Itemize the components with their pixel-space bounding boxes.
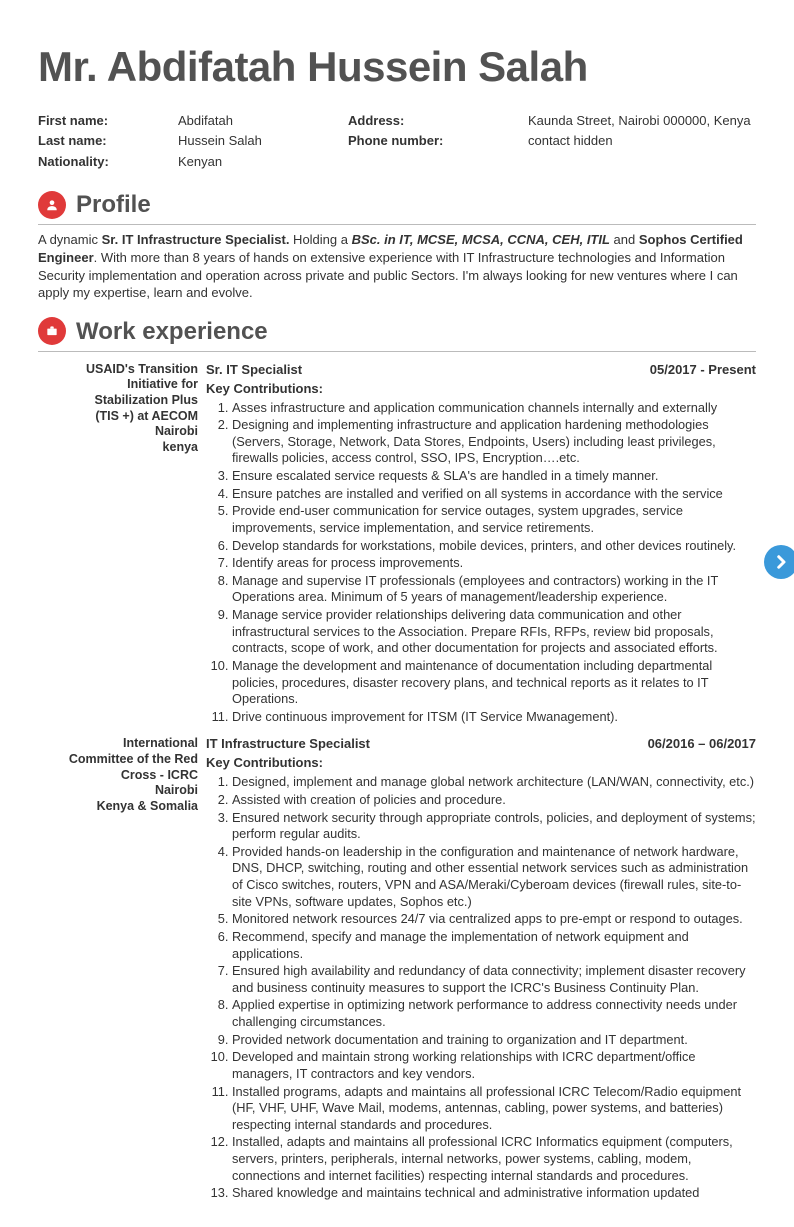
list-item: Installed programs, adapts and maintains… [232, 1084, 756, 1134]
job-entry: InternationalCommittee of the RedCross -… [38, 736, 756, 1202]
jobs-list: USAID's TransitionInitiative forStabiliz… [38, 362, 756, 1203]
key-contributions-label: Key Contributions: [206, 755, 756, 772]
profile-heading: Profile [76, 189, 151, 220]
list-item: Assisted with creation of policies and p… [232, 792, 756, 809]
list-item: Manage and supervise IT professionals (e… [232, 573, 756, 606]
page-title: Mr. Abdifatah Hussein Salah [38, 40, 756, 95]
profile-text: A dynamic Sr. IT Infrastructure Speciali… [38, 231, 756, 301]
job-dates: 05/2017 - Present [650, 362, 756, 379]
list-item: Ensured network security through appropr… [232, 810, 756, 843]
last-name-label: Last name: [38, 133, 178, 150]
profile-section-header: Profile [38, 189, 756, 225]
address-value: Kaunda Street, Nairobi 000000, Kenya [528, 113, 756, 130]
work-heading: Work experience [76, 316, 268, 347]
job-entry: USAID's TransitionInitiative forStabiliz… [38, 362, 756, 727]
list-item: Applied expertise in optimizing network … [232, 997, 756, 1030]
list-item: Asses infrastructure and application com… [232, 400, 756, 417]
contributions-list: Designed, implement and manage global ne… [206, 774, 756, 1202]
list-item: Designing and implementing infrastructur… [232, 417, 756, 467]
next-page-button[interactable] [764, 545, 794, 579]
personal-info-grid: First name: Abdifatah Address: Kaunda St… [38, 113, 756, 172]
phone-label: Phone number: [348, 133, 528, 150]
job-title: Sr. IT Specialist [206, 362, 302, 379]
list-item: Installed, adapts and maintains all prof… [232, 1134, 756, 1184]
list-item: Provided network documentation and train… [232, 1032, 756, 1049]
job-details: Sr. IT Specialist 05/2017 - Present Key Co… [206, 362, 756, 727]
list-item: Manage the development and maintenance o… [232, 658, 756, 708]
job-title: IT Infrastructure Specialist [206, 736, 370, 753]
profile-icon [38, 191, 66, 219]
list-item: Ensure patches are installed and verifie… [232, 486, 756, 503]
last-name-value: Hussein Salah [178, 133, 348, 150]
list-item: Identify areas for process improvements. [232, 555, 756, 572]
chevron-right-icon [772, 553, 790, 571]
work-section-header: Work experience [38, 316, 756, 352]
phone-value: contact hidden [528, 133, 756, 150]
first-name-value: Abdifatah [178, 113, 348, 130]
job-dates: 06/2016 – 06/2017 [648, 736, 756, 753]
list-item: Provide end-user communication for servi… [232, 503, 756, 536]
list-item: Monitored network resources 24/7 via cen… [232, 911, 756, 928]
job-organization: USAID's TransitionInitiative forStabiliz… [38, 362, 198, 727]
list-item: Designed, implement and manage global ne… [232, 774, 756, 791]
list-item: Provided hands-on leadership in the conf… [232, 844, 756, 911]
nationality-value: Kenyan [178, 154, 348, 171]
list-item: Develop standards for workstations, mobi… [232, 538, 756, 555]
list-item: Drive continuous improvement for ITSM (I… [232, 709, 756, 726]
list-item: Recommend, specify and manage the implem… [232, 929, 756, 962]
contributions-list: Asses infrastructure and application com… [206, 400, 756, 726]
list-item: Ensure escalated service requests & SLA'… [232, 468, 756, 485]
list-item: Developed and maintain strong working re… [232, 1049, 756, 1082]
address-label: Address: [348, 113, 528, 130]
list-item: Shared knowledge and maintains technical… [232, 1185, 756, 1202]
list-item: Manage service provider relationships de… [232, 607, 756, 657]
first-name-label: First name: [38, 113, 178, 130]
job-details: IT Infrastructure Specialist 06/2016 – 06… [206, 736, 756, 1202]
briefcase-icon [38, 317, 66, 345]
job-organization: InternationalCommittee of the RedCross -… [38, 736, 198, 1202]
nationality-label: Nationality: [38, 154, 178, 171]
key-contributions-label: Key Contributions: [206, 381, 756, 398]
list-item: Ensured high availability and redundancy… [232, 963, 756, 996]
